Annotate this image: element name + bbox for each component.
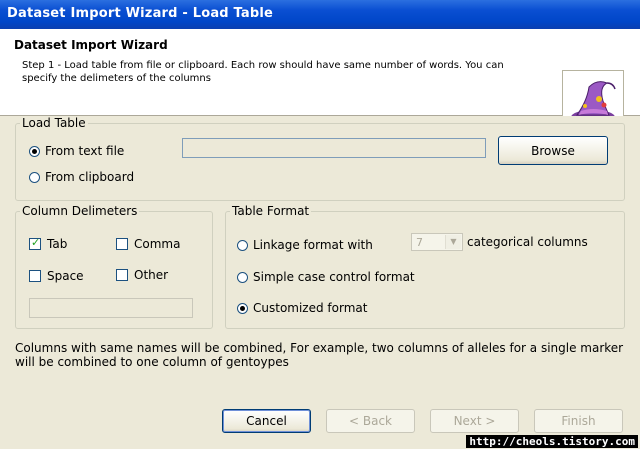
comma-checkbox[interactable]: Comma <box>116 237 180 251</box>
other-delimiter-input[interactable] <box>29 298 193 318</box>
wizard-header: Dataset Import Wizard Step 1 - Load tabl… <box>0 29 640 132</box>
categorical-columns-label: categorical columns <box>467 235 588 249</box>
categorical-count-value: 7 <box>416 236 423 249</box>
simple-case-control-label: Simple case control format <box>253 270 415 284</box>
from-clipboard-label: From clipboard <box>45 170 135 184</box>
categorical-count-select[interactable]: 7 ▼ <box>411 233 463 251</box>
header-description: Step 1 - Load table from file or clipboa… <box>22 60 504 84</box>
linkage-format-radio[interactable]: Linkage format with <box>237 238 373 252</box>
space-checkbox[interactable]: Space <box>29 269 84 283</box>
radio-indicator <box>237 239 248 251</box>
simple-case-control-radio[interactable]: Simple case control format <box>237 270 415 284</box>
customized-format-label: Customized format <box>253 301 368 315</box>
tab-label: Tab <box>47 237 68 251</box>
radio-selected-indicator <box>237 302 248 314</box>
checkbox-indicator <box>29 270 41 282</box>
file-path-input[interactable] <box>182 138 486 158</box>
from-text-file-label: From text file <box>45 144 125 158</box>
from-text-file-radio[interactable]: From text file <box>29 144 124 158</box>
cancel-button[interactable]: Cancel <box>222 409 311 433</box>
radio-indicator <box>237 271 248 283</box>
watermark: http://cheols.tistory.com <box>466 435 638 448</box>
from-clipboard-radio[interactable]: From clipboard <box>29 170 134 184</box>
back-button[interactable]: < Back <box>326 409 415 433</box>
header-title: Dataset Import Wizard <box>14 38 168 52</box>
checkbox-indicator <box>116 269 128 281</box>
load-table-legend: Load Table <box>22 116 86 130</box>
checkmark-icon <box>29 236 41 250</box>
table-format-legend: Table Format <box>232 204 310 218</box>
next-button[interactable]: Next > <box>430 409 519 433</box>
window-title: Dataset Import Wizard - Load Table <box>7 6 274 21</box>
customized-format-radio[interactable]: Customized format <box>237 301 367 315</box>
column-delimiters-legend: Column Delimeters <box>22 204 138 218</box>
other-checkbox[interactable]: Other <box>116 268 168 282</box>
checkbox-indicator <box>116 238 128 250</box>
browse-button[interactable]: Browse <box>498 136 608 165</box>
radio-indicator <box>29 171 40 183</box>
space-label: Space <box>47 269 84 283</box>
finish-button[interactable]: Finish <box>534 409 623 433</box>
comma-label: Comma <box>134 237 181 251</box>
radio-selected-indicator <box>29 145 40 157</box>
linkage-format-label: Linkage format with <box>253 238 373 252</box>
combine-note: Columns with same names will be combined… <box>15 341 624 369</box>
other-label: Other <box>134 268 169 282</box>
dialog-body: Load Table From text file From clipboard… <box>0 116 640 449</box>
chevron-down-icon: ▼ <box>445 235 461 249</box>
title-bar[interactable]: Dataset Import Wizard - Load Table <box>0 0 640 29</box>
tab-checkbox[interactable]: Tab <box>29 236 68 251</box>
